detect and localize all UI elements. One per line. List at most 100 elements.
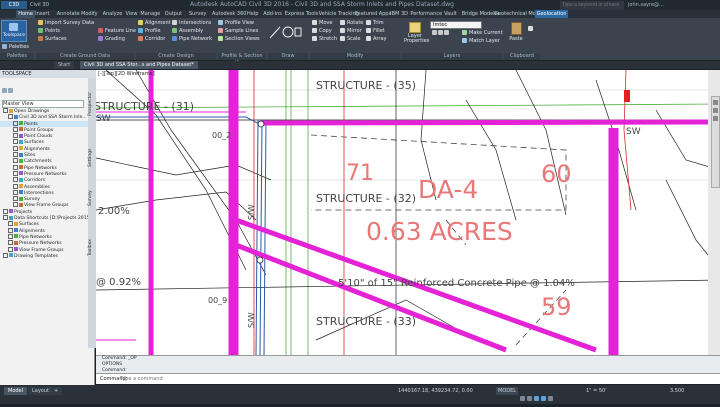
expand-icon[interactable] <box>3 252 8 258</box>
points-button[interactable]: Points <box>38 28 60 34</box>
rotate-button[interactable]: Rotate <box>340 20 363 26</box>
layer-tools[interactable] <box>432 30 458 44</box>
match-layer-button[interactable]: Match Layer <box>462 38 500 44</box>
layout-tab[interactable]: Model <box>4 387 28 395</box>
user-account[interactable]: john.sayre@... <box>628 1 664 9</box>
expand-icon[interactable] <box>13 183 18 189</box>
corridor-button[interactable]: Corridor <box>138 36 165 42</box>
expand-icon[interactable] <box>13 177 18 183</box>
ribbon-tab[interactable]: Annotate <box>57 10 80 18</box>
toolspace-tab[interactable]: Prospector <box>88 84 96 124</box>
expand-icon[interactable] <box>13 158 18 164</box>
expand-icon[interactable] <box>8 246 13 252</box>
expand-icon[interactable] <box>8 240 13 246</box>
ribbon-tab[interactable]: Featured Apps <box>355 10 391 18</box>
toolspace-tab[interactable]: Settings <box>88 138 96 178</box>
ribbon-tab[interactable]: Autodesk 360 <box>212 10 247 18</box>
move-button[interactable]: Move <box>312 20 332 26</box>
expand-icon[interactable] <box>13 196 18 202</box>
expand-icon[interactable] <box>13 152 18 158</box>
viewport-controls[interactable]: [-][Top][2D Wireframe] <box>98 71 155 77</box>
expand-icon[interactable] <box>13 145 18 151</box>
pan-icon[interactable] <box>713 100 718 105</box>
model-space-toggle[interactable]: MODEL <box>496 387 519 395</box>
array-button[interactable]: Array <box>366 36 386 42</box>
ribbon-tab[interactable]: Vault <box>444 10 457 18</box>
palettes-button[interactable]: Palettes <box>2 44 29 50</box>
expand-icon[interactable] <box>13 170 18 176</box>
toolspace-tab[interactable]: Survey <box>88 178 96 218</box>
ribbon-tab[interactable]: IBM 3D <box>390 10 408 18</box>
section-views-button[interactable]: Section Views <box>218 36 260 42</box>
ribbon-tab[interactable]: Add-ins <box>263 10 282 18</box>
toolspace-button[interactable]: Toolspace <box>1 20 27 42</box>
expand-icon[interactable] <box>13 120 18 126</box>
ribbon-tab[interactable]: Vehicle Tracking <box>319 10 359 18</box>
trim-button[interactable]: Trim <box>366 20 384 26</box>
pipe-network-button[interactable]: Pipe Network <box>172 36 212 42</box>
scale-button[interactable]: Scale <box>340 36 360 42</box>
ribbon-tab[interactable]: Performance <box>410 10 442 18</box>
ortho-icon[interactable] <box>534 396 539 401</box>
profile-view-button[interactable]: Profile View <box>218 20 254 26</box>
expand-icon[interactable] <box>13 133 18 139</box>
master-view-dropdown[interactable]: Master View <box>2 100 84 108</box>
expand-icon[interactable] <box>13 202 18 208</box>
toolspace-refresh-icon[interactable] <box>8 88 13 93</box>
layer-properties-button[interactable]: Layer Properties <box>404 22 429 44</box>
app-menu-button[interactable]: C3D <box>1 1 27 9</box>
surfaces-button[interactable]: Surfaces <box>38 36 67 42</box>
layout-tab[interactable]: + <box>50 387 63 395</box>
drawing-canvas[interactable]: STRUCTURE - (35) STRUCTURE - (31) SW SW … <box>96 70 720 355</box>
search-input[interactable] <box>560 1 624 10</box>
expand-icon[interactable] <box>13 189 18 195</box>
expand-icon[interactable] <box>8 114 13 120</box>
toolspace-tab[interactable]: Toolbox <box>88 228 96 268</box>
expand-icon[interactable] <box>8 221 13 227</box>
draw-tools[interactable] <box>268 24 302 40</box>
stretch-button[interactable]: Stretch <box>312 36 337 42</box>
ribbon-tab[interactable]: Help <box>247 10 258 18</box>
assembly-button[interactable]: Assembly <box>172 28 203 34</box>
paste-button[interactable]: Paste <box>506 22 526 42</box>
feature-line-button[interactable]: Feature Line <box>98 28 136 34</box>
ribbon-tab[interactable]: Home <box>16 10 35 18</box>
osnap-icon[interactable] <box>541 396 546 401</box>
snap-icon[interactable] <box>527 396 532 401</box>
expand-icon[interactable] <box>8 233 13 239</box>
alignment-button[interactable]: Alignment <box>138 20 171 26</box>
zoom-icon[interactable] <box>713 108 718 113</box>
status-toggles[interactable] <box>520 388 580 401</box>
sample-lines-button[interactable]: Sample Lines <box>218 28 258 34</box>
expand-icon[interactable] <box>8 227 13 233</box>
expand-icon[interactable] <box>3 208 8 214</box>
ribbon-tab[interactable]: Output <box>165 10 182 18</box>
orbit-icon[interactable] <box>713 116 718 121</box>
clipboard-tools[interactable] <box>528 26 535 32</box>
ribbon-tab[interactable]: Express Tools <box>285 10 318 18</box>
ribbon-tab[interactable]: View <box>126 10 138 18</box>
quick-access-toolbar[interactable]: Civil 3D <box>30 1 49 9</box>
grid-icon[interactable] <box>520 396 525 401</box>
expand-icon[interactable] <box>13 126 18 132</box>
expand-icon[interactable] <box>3 215 8 221</box>
fillet-button[interactable]: Fillet <box>366 28 385 34</box>
lineweight-icon[interactable] <box>548 396 553 401</box>
tree-item[interactable]: Drawing Templates <box>0 252 95 259</box>
mirror-button[interactable]: Mirror <box>340 28 362 34</box>
ribbon-tab[interactable]: Analyze <box>103 10 123 18</box>
command-line[interactable]: Command: <box>96 373 720 384</box>
ribbon-tab[interactable]: Geolocation <box>534 10 569 18</box>
document-tab[interactable]: Start <box>54 61 75 69</box>
copy-button[interactable]: Copy <box>312 28 332 34</box>
make-current-button[interactable]: Make Current <box>462 30 503 36</box>
import-survey-data-button[interactable]: Import Survey Data <box>38 20 94 26</box>
expand-icon[interactable] <box>13 164 18 170</box>
annotation-scale[interactable]: 1" = 50' <box>586 387 607 395</box>
command-input[interactable] <box>120 375 420 382</box>
ribbon-tab[interactable]: Manage <box>140 10 160 18</box>
grading-button[interactable]: Grading <box>98 36 125 42</box>
profile-button[interactable]: Profile <box>138 28 161 34</box>
layer-dropdown[interactable]: Imtec <box>430 21 482 29</box>
expand-icon[interactable] <box>13 139 18 145</box>
